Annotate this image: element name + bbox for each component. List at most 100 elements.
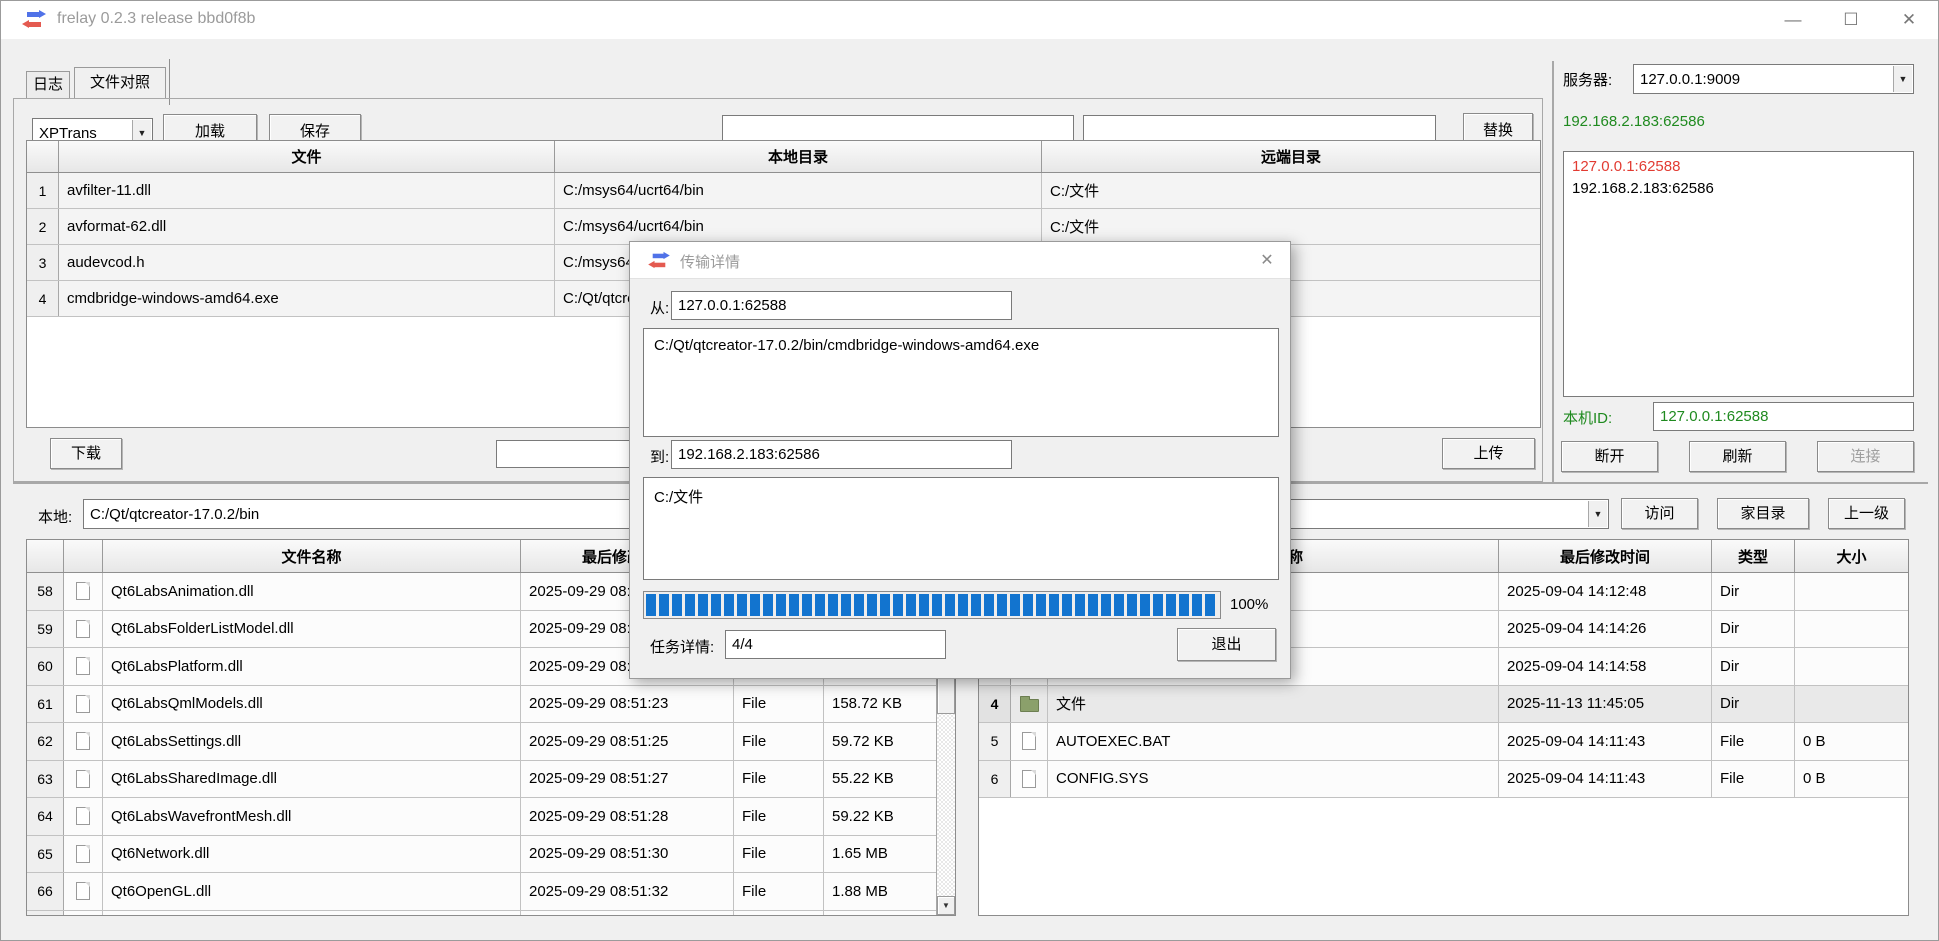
row-number[interactable]: 5 [979,723,1011,760]
client-list[interactable]: 127.0.0.1:62588 192.168.2.183:62586 [1563,151,1914,397]
chevron-down-icon[interactable]: ▼ [1893,66,1912,92]
remote-dir-cell[interactable]: C:/文件 [1042,209,1540,244]
file-cell[interactable]: avfilter-11.dll [59,173,555,208]
visit-button[interactable]: 访问 [1621,498,1698,529]
type-cell[interactable]: File [734,873,824,910]
row-number[interactable]: 4 [27,281,59,316]
file-name-cell[interactable]: CONFIG.SYS [1048,761,1499,798]
modified-cell[interactable]: 2025-09-29 08:51:28 [521,798,734,835]
type-cell[interactable]: Dir [1712,686,1795,723]
size-cell[interactable] [1795,648,1908,685]
size-cell[interactable] [1795,686,1908,723]
file-name-cell[interactable] [103,911,521,917]
header-remote-dir[interactable]: 远端目录 [1042,141,1540,172]
header-file-name[interactable]: 文件名称 [103,540,521,572]
modified-cell[interactable]: 2025-09-04 14:11:43 [1499,723,1712,760]
row-number[interactable]: 66 [27,873,64,910]
row-number[interactable]: 61 [27,686,64,723]
remote-dir-cell[interactable]: C:/文件 [1042,173,1540,208]
file-icon-cell[interactable] [1011,761,1048,798]
maximize-button[interactable]: ☐ [1822,1,1880,39]
type-cell[interactable]: Dir [1712,648,1795,685]
exit-button[interactable]: 退出 [1177,628,1276,661]
modified-cell[interactable]: 2025-09-04 14:12:48 [1499,573,1712,610]
row-number[interactable]: 3 [27,245,59,280]
size-cell[interactable]: 0 B [1795,761,1908,798]
modified-cell[interactable]: 2025-09-29 08:51:27 [521,761,734,798]
file-name-cell[interactable]: 文件 [1048,686,1499,723]
table-row[interactable]: 63Qt6LabsSharedImage.dll2025-09-29 08:51… [27,761,955,799]
table-row[interactable]: 65Qt6Network.dll2025-09-29 08:51:30File1… [27,836,955,874]
size-cell[interactable] [1795,611,1908,648]
type-cell[interactable]: File [1712,723,1795,760]
header-size[interactable]: 大小 [1795,540,1908,572]
row-number[interactable]: 63 [27,761,64,798]
client-item[interactable]: 127.0.0.1:62588 [1572,156,1905,178]
size-cell[interactable]: 158.72 KB [824,686,919,723]
row-number[interactable]: 4 [979,686,1011,723]
row-number[interactable]: 60 [27,648,64,685]
dest-path-textarea[interactable]: C:/文件 [643,477,1279,580]
file-icon-cell[interactable] [1011,723,1048,760]
modified-cell[interactable]: 2025-09-29 08:51:32 [521,873,734,910]
file-icon-cell[interactable] [64,723,103,760]
file-icon-cell[interactable] [64,761,103,798]
file-cell[interactable]: audevcod.h [59,245,555,280]
type-cell[interactable] [734,911,824,917]
file-icon-cell[interactable] [64,686,103,723]
file-cell[interactable]: avformat-62.dll [59,209,555,244]
download-button[interactable]: 下载 [50,438,122,469]
header-file[interactable]: 文件 [59,141,555,172]
row-number[interactable]: 62 [27,723,64,760]
type-cell[interactable]: File [734,723,824,760]
row-number[interactable]: 2 [27,209,59,244]
size-cell[interactable]: 55.22 KB [824,761,919,798]
file-icon-cell[interactable] [1011,686,1048,723]
scroll-down-icon[interactable]: ▼ [937,896,955,915]
to-field[interactable]: 192.168.2.183:62586 [671,440,1012,469]
minimize-button[interactable]: — [1764,1,1822,39]
size-cell[interactable] [1795,573,1908,610]
modified-cell[interactable]: 2025-09-04 14:11:43 [1499,761,1712,798]
table-row[interactable]: 5AUTOEXEC.BAT2025-09-04 14:11:43File0 B [979,723,1908,761]
size-cell[interactable]: 1.88 MB [824,873,919,910]
table-row[interactable]: 1avfilter-11.dllC:/msys64/ucrt64/binC:/文… [27,173,1540,209]
row-number[interactable]: 6 [979,761,1011,798]
size-cell[interactable] [824,911,919,917]
modified-cell[interactable]: 2025-09-04 14:14:26 [1499,611,1712,648]
size-cell[interactable]: 59.72 KB [824,723,919,760]
file-icon-cell[interactable] [64,611,103,648]
row-number[interactable]: 64 [27,798,64,835]
size-cell[interactable]: 1.65 MB [824,836,919,873]
task-detail-field[interactable]: 4/4 [725,630,946,659]
file-name-cell[interactable]: Qt6LabsSettings.dll [103,723,521,760]
file-name-cell[interactable]: Qt6OpenGL.dll [103,873,521,910]
file-icon-cell[interactable] [64,836,103,873]
local-dir-cell[interactable]: C:/msys64/ucrt64/bin [555,209,1042,244]
file-icon-cell[interactable] [64,798,103,835]
row-number[interactable]: 58 [27,573,64,610]
file-cell[interactable]: cmdbridge-windows-amd64.exe [59,281,555,316]
type-cell[interactable]: File [734,761,824,798]
modified-cell[interactable]: 2025-09-29 08:51:25 [521,723,734,760]
header-modified[interactable]: 最后修改时间 [1499,540,1712,572]
refresh-button[interactable]: 刷新 [1689,441,1786,472]
file-name-cell[interactable]: Qt6LabsQmlModels.dll [103,686,521,723]
row-number[interactable] [27,911,64,917]
header-type[interactable]: 类型 [1712,540,1795,572]
dialog-close-icon[interactable]: ✕ [1244,242,1290,279]
home-dir-button[interactable]: 家目录 [1717,498,1809,529]
table-row[interactable]: 61Qt6LabsQmlModels.dll2025-09-29 08:51:2… [27,686,955,724]
table-row[interactable] [27,911,955,917]
modified-cell[interactable]: 2025-09-29 08:51:30 [521,836,734,873]
table-row[interactable]: 62 Qt6LabsSettings.dll2025-09-29 08:51:25… [27,723,955,761]
file-icon-cell[interactable] [64,573,103,610]
file-name-cell[interactable]: Qt6Network.dll [103,836,521,873]
client-item[interactable]: 192.168.2.183:62586 [1572,178,1905,200]
type-cell[interactable]: File [734,686,824,723]
file-icon-cell[interactable] [64,911,103,917]
size-cell[interactable]: 59.22 KB [824,798,919,835]
source-path-textarea[interactable]: C:/Qt/qtcreator-17.0.2/bin/cmdbridge-win… [643,328,1279,437]
modified-cell[interactable] [521,911,734,917]
connect-button[interactable]: 连接 [1817,441,1914,472]
